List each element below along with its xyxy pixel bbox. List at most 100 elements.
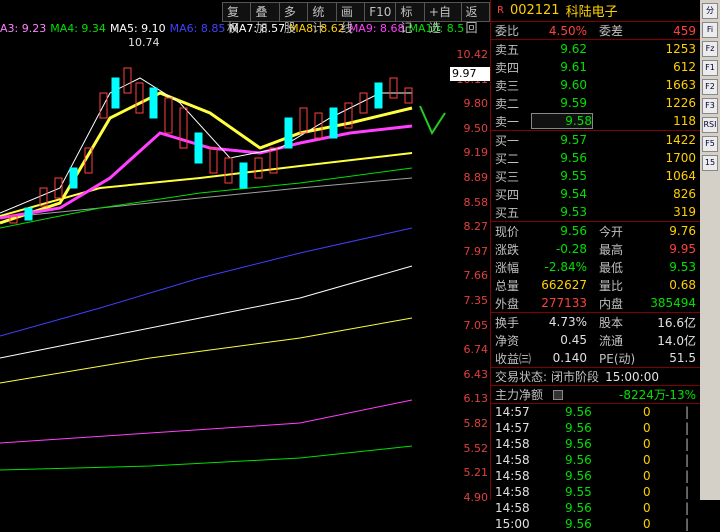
side-icon-2[interactable]: Fz (702, 41, 718, 57)
price-axis-label: 6.13 (463, 392, 489, 406)
main-flow-pct: -13% (664, 387, 696, 402)
ma-value-0: A3: 9.23 (0, 22, 47, 35)
tick-row: 14:58 9.56 0 | (491, 500, 700, 516)
buy-row[interactable]: 买三 9.55 1064 (491, 167, 700, 185)
buy-row[interactable]: 买二 9.56 1700 (491, 149, 700, 167)
side-icon-8[interactable]: 15 (702, 155, 718, 171)
tick-price: 9.56 (565, 469, 592, 483)
current-price-marker: 9.97 (450, 67, 490, 81)
buy-volume: 1064 (665, 169, 696, 183)
main-flow-icon[interactable] (553, 389, 563, 400)
side-icon-7[interactable]: F5 (702, 136, 718, 152)
side-icon-6[interactable]: RSI (702, 117, 718, 133)
side-icon-3[interactable]: F1 (702, 60, 718, 76)
tick-time: 14:58 (495, 485, 530, 499)
toolbar-btn-7[interactable]: +自选 (425, 3, 462, 35)
kline-chart[interactable]: 10.74 (0, 38, 448, 500)
finance-row: 净资 0.45 流通 14.0亿 (491, 331, 700, 349)
buy-volume: 1700 (665, 151, 696, 165)
stock-header: R 002121 科陆电子 (491, 0, 700, 22)
tick-volume: 0 (643, 517, 651, 531)
tick-flag: | (685, 501, 690, 515)
price-axis-label: 5.82 (463, 417, 489, 430)
sell-volume: 1663 (665, 78, 696, 92)
side-icon-1[interactable]: Fi (702, 22, 718, 38)
tick-time: 14:57 (495, 405, 530, 419)
buy-row[interactable]: 买五 9.53 319 (491, 203, 700, 221)
side-icon-0[interactable]: 分 (702, 3, 718, 19)
tick-flag: | (685, 405, 690, 419)
buy-row[interactable]: 买四 9.54 826 (491, 185, 700, 203)
r-badge[interactable]: R (497, 5, 504, 16)
sell-row[interactable]: 卖五 9.62 1253 (491, 40, 700, 58)
finance-label: 净资 (495, 333, 520, 348)
side-icon-4[interactable]: F2 (702, 79, 718, 95)
buy-row[interactable]: 买一 9.57 1422 (491, 131, 700, 149)
quote-row: 涨幅 -2.84% 最低 9.53 (491, 258, 700, 276)
tick-volume: 0 (643, 501, 651, 515)
tick-price: 9.56 (565, 517, 592, 531)
quote-value: 277133 (541, 296, 587, 310)
tick-list[interactable]: 14:57 9.56 0 | 14:57 9.56 0 | 14:58 9.56 0 | 14:58 9.… (491, 404, 700, 532)
toolbar-btn-3[interactable]: 统计 (308, 3, 337, 35)
buy-orders: 买一 9.57 1422 买二 9.56 1700 买三 9.55 1064 买四 9.54 826 买… (491, 131, 700, 222)
candle (123, 67, 132, 94)
quote-value: 9.95 (669, 242, 696, 256)
price-axis-label: 4.90 (463, 490, 489, 504)
toolbar-btn-6[interactable]: 标记 (396, 3, 425, 35)
tick-row: 14:58 9.55 0 | (491, 484, 700, 500)
sell-label: 卖二 (495, 96, 520, 111)
price-axis-label: 7.35 (463, 294, 489, 307)
toolbar-btn-5[interactable]: F10 (365, 3, 397, 21)
weicha-value: 459 (673, 23, 696, 38)
kline-chart-area[interactable]: A3: 9.23 MA4: 9.34 MA5: 9.10 MA6: 8.85 MA7: … (0, 0, 490, 504)
side-icon-5[interactable]: F3 (702, 98, 718, 114)
toolbar-btn-0[interactable]: 复权 (223, 3, 252, 35)
price-axis-label: 6.43 (463, 367, 489, 381)
quote-row: 总量 662627 量比 0.68 (491, 276, 700, 294)
trade-status-time: 15:00:00 (605, 369, 659, 384)
ma-line (0, 317, 413, 384)
candle (111, 77, 120, 109)
toolbar-btn-2[interactable]: 多股 (280, 3, 309, 35)
stock-name: 科陆电子 (565, 5, 618, 20)
candle (149, 87, 158, 119)
quote-value: 9.53 (669, 260, 696, 274)
tick-price: 9.56 (565, 437, 592, 451)
tick-time: 14:58 (495, 501, 530, 515)
weibi-value: 4.50% (548, 23, 587, 38)
main-flow-label: 主力净额 (495, 388, 544, 402)
sell-row[interactable]: 卖四 9.61 612 (491, 58, 700, 76)
ma-line (0, 445, 413, 471)
tick-row: 14:58 9.56 0 | (491, 436, 700, 452)
candle (404, 87, 413, 104)
toolbar-btn-1[interactable]: 叠加 (251, 3, 280, 35)
price-axis-label: 8.58 (463, 195, 489, 209)
sell-row[interactable]: 卖三 9.60 1663 (491, 76, 700, 94)
price-axis-label: 7.66 (463, 269, 489, 283)
price-axis-label: 10.42 (456, 48, 489, 61)
tick-time: 14:58 (495, 437, 530, 451)
price-axis-label: 9.50 (463, 121, 489, 135)
buy-volume: 826 (673, 187, 696, 201)
ma-value-1: MA4: 9.34 (50, 22, 106, 35)
finance-label: 股本 (599, 315, 624, 330)
tick-flag: | (685, 469, 690, 483)
candle (329, 107, 338, 139)
price-axis-label: 9.19 (463, 146, 489, 160)
main-flow-row: 主力净额 -8224万 -13% (491, 386, 700, 404)
price-axis-label: 9.80 (463, 97, 489, 111)
ma-indicator-bar: A3: 9.23 MA4: 9.34 MA5: 9.10 MA6: 8.85 MA7: … (0, 22, 464, 38)
sell-row[interactable]: 卖二 9.59 1226 (491, 94, 700, 112)
sell-row[interactable]: 卖一 9.58 118 (491, 112, 700, 130)
toolbar-btn-8[interactable]: 返回 (462, 3, 489, 35)
tick-flag: | (685, 421, 690, 435)
price-axis-label: 5.52 (463, 441, 489, 455)
candle (69, 167, 78, 189)
toolbar-btn-4[interactable]: 画线 (337, 3, 366, 35)
tick-flag: | (685, 453, 690, 467)
buy-label: 买二 (495, 151, 520, 166)
buy-label: 买五 (495, 205, 520, 220)
finance-label: 收益㈢ (495, 351, 532, 366)
tick-price: 9.56 (565, 405, 592, 419)
